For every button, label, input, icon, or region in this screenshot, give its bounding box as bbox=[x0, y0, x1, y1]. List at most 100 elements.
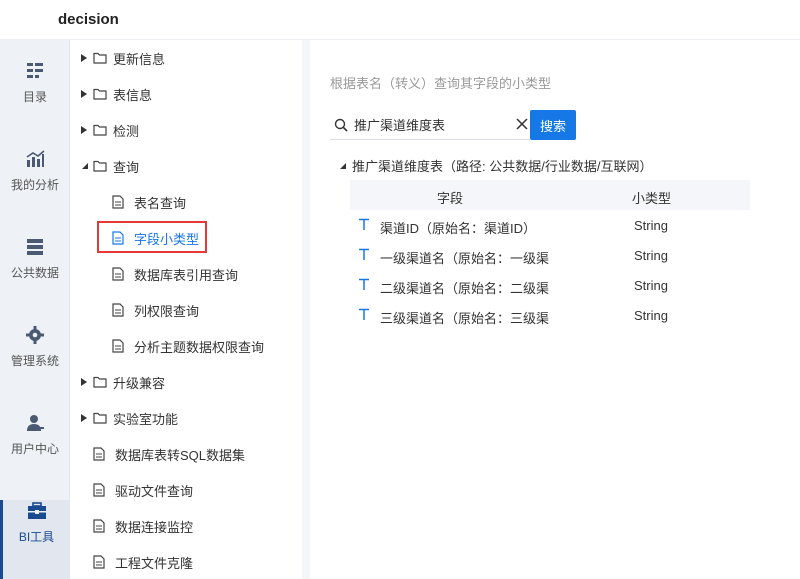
main-panel: 根据表名（转义）查询其字段的小类型 搜索 推广渠道维度表（路径: 公共数据/行业… bbox=[310, 40, 800, 579]
search-input[interactable] bbox=[354, 117, 504, 132]
document-icon bbox=[112, 339, 124, 353]
document-icon bbox=[93, 447, 105, 461]
field-name: 一级渠道名（原始名：一级渠... bbox=[380, 251, 550, 266]
search-icon bbox=[334, 118, 348, 132]
tree-item-label: 分析主题数据权限查询 bbox=[134, 339, 265, 355]
tree-item-label: 驱动文件查询 bbox=[115, 483, 194, 499]
result-table-label: 推广渠道维度表（路径: 公共数据/行业数据/互联网） bbox=[352, 159, 653, 174]
collapse-arrow-icon[interactable] bbox=[79, 161, 89, 171]
folder-icon bbox=[93, 124, 107, 136]
left-nav: 目录 我的分析 公共数据 管理系统 用户中心 BI工具 bbox=[0, 40, 70, 579]
text-field-icon bbox=[359, 308, 369, 320]
field-name: 渠道ID（原始名：渠道ID） bbox=[380, 221, 537, 236]
document-icon bbox=[93, 519, 105, 533]
expand-arrow-icon[interactable] bbox=[79, 89, 89, 99]
chart-icon bbox=[26, 150, 45, 167]
document-icon bbox=[93, 483, 105, 497]
field-subtype: String bbox=[634, 248, 668, 263]
column-header-field: 字段 bbox=[437, 191, 464, 206]
tree-item-table-name-query[interactable]: 表名查询 bbox=[71, 184, 302, 220]
nav-label: 管理系统 bbox=[10, 354, 59, 368]
folder-icon bbox=[93, 52, 107, 64]
collapse-arrow-icon[interactable] bbox=[338, 162, 346, 169]
database-icon bbox=[27, 239, 43, 255]
text-field-icon bbox=[359, 278, 369, 290]
nav-label: BI工具 bbox=[18, 530, 55, 544]
nav-label: 公共数据 bbox=[10, 266, 59, 280]
top-bar: decision bbox=[0, 0, 800, 40]
tree-item-label: 数据连接监控 bbox=[115, 519, 194, 535]
expand-arrow-icon[interactable] bbox=[79, 377, 89, 387]
tree-item-label: 列权限查询 bbox=[134, 303, 200, 319]
tree-item-label: 表信息 bbox=[113, 87, 153, 103]
nav-label: 目录 bbox=[22, 90, 47, 104]
nav-item-directory[interactable]: 目录 bbox=[0, 60, 70, 148]
page-description: 根据表名（转义）查询其字段的小类型 bbox=[330, 76, 552, 91]
document-icon bbox=[93, 555, 105, 569]
selection-highlight bbox=[97, 221, 207, 253]
expand-arrow-icon[interactable] bbox=[79, 53, 89, 63]
tree-item-connection-monitor[interactable]: 数据连接监控 bbox=[71, 508, 302, 544]
tree-item-label: 表名查询 bbox=[134, 195, 187, 211]
tree-item-db-table-ref-query[interactable]: 数据库表引用查询 bbox=[71, 256, 302, 292]
tree-item-label: 数据库表转SQL数据集 bbox=[115, 447, 246, 463]
result-table-title[interactable]: 推广渠道维度表（路径: 公共数据/行业数据/互联网） bbox=[338, 156, 652, 175]
directory-icon bbox=[27, 63, 43, 78]
gear-icon bbox=[26, 326, 44, 344]
tree-item-label: 数据库表引用查询 bbox=[134, 267, 239, 283]
folder-icon bbox=[93, 412, 107, 424]
document-icon bbox=[112, 303, 124, 317]
user-icon bbox=[27, 415, 44, 431]
tree-folder-update-info[interactable]: 更新信息 bbox=[71, 40, 302, 76]
nav-item-public-data[interactable]: 公共数据 bbox=[0, 236, 70, 324]
tree-item-column-permission-query[interactable]: 列权限查询 bbox=[71, 292, 302, 328]
tree-folder-upgrade-compat[interactable]: 升级兼容 bbox=[71, 364, 302, 400]
tree-folder-check[interactable]: 检测 bbox=[71, 112, 302, 148]
search-box bbox=[330, 110, 530, 140]
tree-item-project-clone[interactable]: 工程文件克隆 bbox=[71, 544, 302, 579]
folder-icon bbox=[93, 88, 107, 100]
clear-icon[interactable] bbox=[516, 118, 528, 130]
nav-item-bi-tools[interactable]: BI工具 bbox=[0, 500, 70, 579]
field-name: 三级渠道名（原始名：三级渠... bbox=[380, 311, 550, 326]
toolbox-icon bbox=[27, 502, 46, 519]
table-row: 二级渠道名（原始名：二级渠... String bbox=[350, 270, 750, 300]
field-name: 二级渠道名（原始名：二级渠... bbox=[380, 281, 550, 296]
tree-item-label: 检测 bbox=[113, 123, 140, 139]
tree-item-db-to-sql[interactable]: 数据库表转SQL数据集 bbox=[71, 436, 302, 472]
column-header-subtype: 小类型 bbox=[632, 191, 672, 206]
tree-item-label: 查询 bbox=[113, 159, 140, 175]
app-title: decision bbox=[58, 11, 119, 28]
nav-item-my-analysis[interactable]: 我的分析 bbox=[0, 148, 70, 236]
table-row: 三级渠道名（原始名：三级渠... String bbox=[350, 300, 750, 330]
text-field-icon bbox=[359, 248, 369, 260]
document-icon bbox=[112, 267, 124, 281]
tree-item-label: 工程文件克隆 bbox=[115, 555, 194, 571]
tree-folder-lab-features[interactable]: 实验室功能 bbox=[71, 400, 302, 436]
table-header: 字段 小类型 bbox=[350, 180, 750, 210]
expand-arrow-icon[interactable] bbox=[79, 125, 89, 135]
tree-item-label: 实验室功能 bbox=[113, 411, 179, 427]
tree-item-driver-query[interactable]: 驱动文件查询 bbox=[71, 472, 302, 508]
nav-item-management[interactable]: 管理系统 bbox=[0, 324, 70, 412]
document-icon bbox=[112, 195, 124, 209]
tree-item-analysis-permission-query[interactable]: 分析主题数据权限查询 bbox=[71, 328, 302, 364]
field-subtype: String bbox=[634, 308, 668, 323]
nav-label: 用户中心 bbox=[10, 442, 59, 456]
panel-separator bbox=[302, 40, 310, 579]
tree-item-label: 升级兼容 bbox=[113, 375, 166, 391]
field-subtype: String bbox=[634, 218, 668, 233]
expand-arrow-icon[interactable] bbox=[79, 413, 89, 423]
search-button[interactable]: 搜索 bbox=[530, 110, 576, 140]
text-field-icon bbox=[359, 218, 369, 230]
tree-folder-table-info[interactable]: 表信息 bbox=[71, 76, 302, 112]
table-row: 一级渠道名（原始名：一级渠... String bbox=[350, 240, 750, 270]
nav-label: 我的分析 bbox=[10, 178, 59, 192]
tree-item-label: 更新信息 bbox=[113, 51, 166, 67]
folder-icon bbox=[93, 160, 107, 172]
tree-folder-query[interactable]: 查询 bbox=[71, 148, 302, 184]
function-tree: 更新信息 表信息 检测 查询 表名查询 字段小类型 数据库表引用查询 列权限查询… bbox=[71, 40, 302, 579]
field-subtype: String bbox=[634, 278, 668, 293]
nav-item-user-center[interactable]: 用户中心 bbox=[0, 412, 70, 500]
table-row: 渠道ID（原始名：渠道ID） String bbox=[350, 210, 750, 240]
